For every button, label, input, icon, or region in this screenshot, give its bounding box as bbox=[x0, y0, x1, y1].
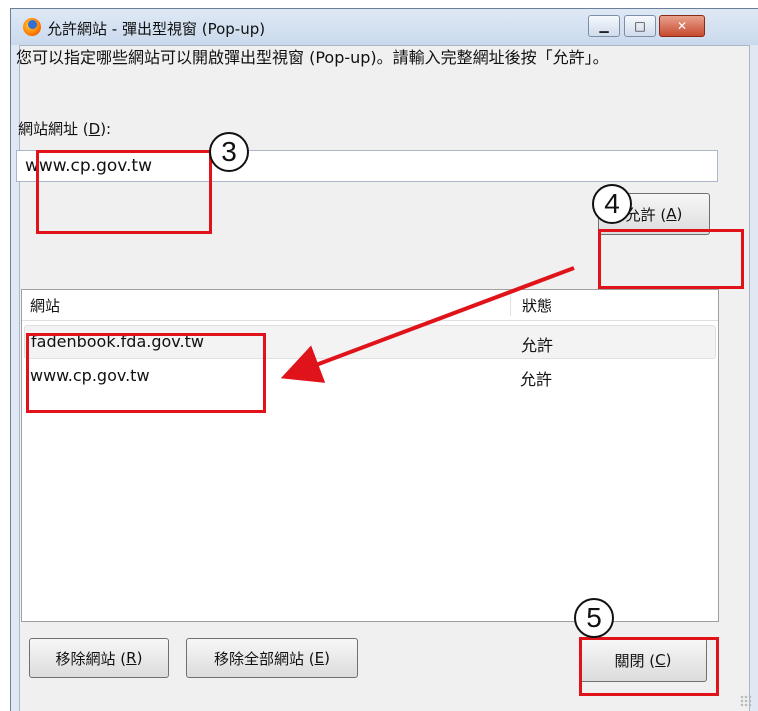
column-header-status[interactable]: 狀態 bbox=[522, 295, 552, 316]
site-label-end: ): bbox=[100, 120, 112, 138]
list-header: 網站 狀態 bbox=[22, 290, 718, 321]
sites-list[interactable]: 網站 狀態 fadenbook.fda.gov.tw 允許 www.cp.gov… bbox=[21, 289, 719, 622]
list-item[interactable]: www.cp.gov.tw 允許 bbox=[24, 360, 716, 392]
remove-site-end: ) bbox=[136, 649, 143, 667]
remove-site-label: 移除網站 ( bbox=[55, 649, 127, 668]
remove-site-button[interactable]: 移除網站 (R) bbox=[29, 638, 169, 678]
remove-all-label: 移除全部網站 ( bbox=[214, 649, 315, 668]
site-address-label: 網站網址 (D): bbox=[18, 118, 111, 139]
close-button[interactable]: 關閉 (C) bbox=[579, 638, 707, 682]
site-address-input[interactable] bbox=[16, 150, 718, 182]
window-title: 允許網站 - 彈出型視窗 (Pop-up) bbox=[47, 20, 266, 38]
close-button-end: ) bbox=[665, 651, 672, 669]
list-item-status: 允許 bbox=[521, 336, 554, 355]
callout-step-5: 5 bbox=[574, 598, 614, 638]
close-icon: ✕ bbox=[676, 19, 688, 33]
site-label-key: D bbox=[88, 120, 101, 138]
list-item-site: fadenbook.fda.gov.tw bbox=[31, 332, 204, 351]
maximize-button[interactable]: □ bbox=[624, 15, 656, 37]
minimize-icon: ▁ bbox=[599, 19, 609, 33]
firefox-icon bbox=[23, 18, 41, 36]
list-item[interactable]: fadenbook.fda.gov.tw 允許 bbox=[24, 325, 716, 359]
close-window-button[interactable]: ✕ bbox=[659, 15, 705, 37]
remove-all-sites-button[interactable]: 移除全部網站 (E) bbox=[186, 638, 358, 678]
column-divider bbox=[510, 294, 511, 316]
close-button-label: 關閉 ( bbox=[614, 651, 656, 670]
instructions-text: 您可以指定哪些網站可以開啟彈出型視窗 (Pop-up)。請輸入完整網址後按「允許… bbox=[16, 48, 609, 67]
column-header-site[interactable]: 網站 bbox=[30, 295, 60, 316]
allow-button-key: A bbox=[666, 205, 677, 223]
remove-all-key: E bbox=[314, 649, 325, 667]
callout-step-3: 3 bbox=[209, 132, 249, 172]
resize-grip-icon[interactable] bbox=[740, 695, 752, 707]
list-item-status: 允許 bbox=[520, 370, 553, 389]
title-bar[interactable]: 允許網站 - 彈出型視窗 (Pop-up) ▁ □ ✕ bbox=[11, 9, 758, 45]
minimize-button[interactable]: ▁ bbox=[588, 15, 620, 37]
maximize-icon: □ bbox=[634, 19, 646, 33]
remove-all-end: ) bbox=[324, 649, 330, 667]
allow-button-end: ) bbox=[676, 205, 683, 223]
callout-step-4: 4 bbox=[592, 184, 632, 224]
remove-site-key: R bbox=[126, 649, 137, 667]
close-button-key: C bbox=[655, 651, 666, 669]
site-label-text: 網站網址 ( bbox=[18, 120, 89, 138]
list-item-site: www.cp.gov.tw bbox=[30, 366, 150, 385]
